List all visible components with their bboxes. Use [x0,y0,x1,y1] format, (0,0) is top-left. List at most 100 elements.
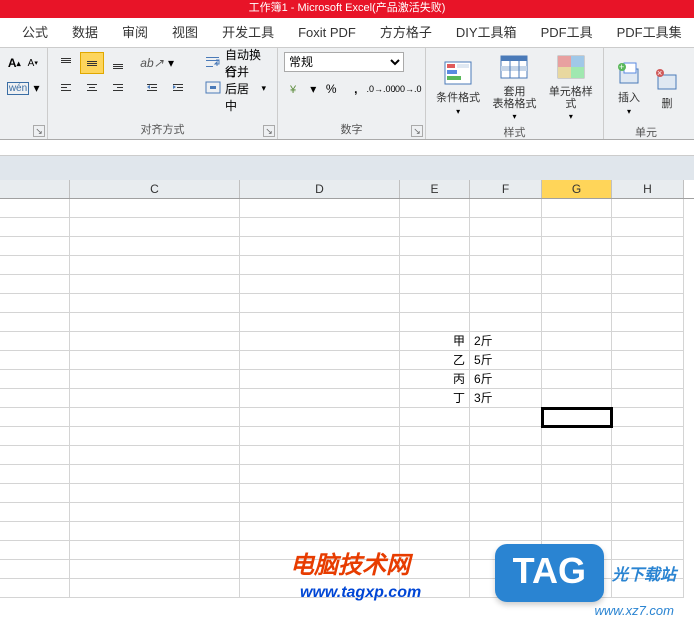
cell-D2[interactable] [240,218,400,237]
cell-C15[interactable] [70,465,240,484]
cell-H1[interactable] [612,199,684,218]
cell-G13[interactable] [542,427,612,446]
align-bottom-button[interactable] [106,52,130,74]
cell-B8[interactable] [0,332,70,351]
cell-G9[interactable] [542,351,612,370]
currency-button[interactable]: ¥ [284,78,307,100]
cell-E1[interactable] [400,199,470,218]
cell-C19[interactable] [70,541,240,560]
cell-D15[interactable] [240,465,400,484]
cell-B6[interactable] [0,294,70,313]
cell-B18[interactable] [0,522,70,541]
cell-G8[interactable] [542,332,612,351]
cell-F14[interactable] [470,446,542,465]
cell-E3[interactable] [400,237,470,256]
dialog-launcher-number[interactable]: ↘ [411,125,423,137]
cell-G11[interactable] [542,389,612,408]
cell-E5[interactable] [400,275,470,294]
cell-B20[interactable] [0,560,70,579]
orientation-dropdown[interactable]: ▾ [166,52,176,74]
cell-D18[interactable] [240,522,400,541]
cell-G7[interactable] [542,313,612,332]
cell-H2[interactable] [612,218,684,237]
cell-C12[interactable] [70,408,240,427]
cell-B5[interactable] [0,275,70,294]
cell-E7[interactable] [400,313,470,332]
tab-ffgz[interactable]: 方方格子 [368,18,444,48]
cell-E9[interactable]: 乙 [400,351,470,370]
tab-pdftoolset[interactable]: PDF工具集 [605,18,694,48]
cell-E16[interactable] [400,484,470,503]
cell-C18[interactable] [70,522,240,541]
cell-G3[interactable] [542,237,612,256]
cell-D11[interactable] [240,389,400,408]
delete-button[interactable]: × 删 [652,52,682,122]
cell-B4[interactable] [0,256,70,275]
col-header-H[interactable]: H [612,180,684,198]
cell-C8[interactable] [70,332,240,351]
cell-F5[interactable] [470,275,542,294]
tab-data[interactable]: 数据 [60,18,110,48]
cell-B15[interactable] [0,465,70,484]
cell-B12[interactable] [0,408,70,427]
cell-D6[interactable] [240,294,400,313]
cell-H8[interactable] [612,332,684,351]
align-left-button[interactable] [54,77,78,99]
cell-F13[interactable] [470,427,542,446]
cell-D16[interactable] [240,484,400,503]
dialog-launcher-font[interactable]: ↘ [33,125,45,137]
cell-H6[interactable] [612,294,684,313]
cell-E19[interactable] [400,541,470,560]
cell-G15[interactable] [542,465,612,484]
align-middle-button[interactable] [80,52,104,74]
cell-F18[interactable] [470,522,542,541]
cell-C9[interactable] [70,351,240,370]
increase-indent-button[interactable] [166,77,190,99]
cell-D12[interactable] [240,408,400,427]
cell-H5[interactable] [612,275,684,294]
cell-D1[interactable] [240,199,400,218]
decrease-font-button[interactable]: A▾ [25,52,42,74]
cell-H11[interactable] [612,389,684,408]
cell-C2[interactable] [70,218,240,237]
cell-H3[interactable] [612,237,684,256]
cell-D5[interactable] [240,275,400,294]
cell-E4[interactable] [400,256,470,275]
cell-E12[interactable] [400,408,470,427]
col-header-E[interactable]: E [400,180,470,198]
cell-G18[interactable] [542,522,612,541]
cell-B7[interactable] [0,313,70,332]
cell-H10[interactable] [612,370,684,389]
tab-formula[interactable]: 公式 [10,18,60,48]
dropdown-icon[interactable]: ▾ [32,77,41,99]
merge-center-button[interactable]: 合并后居中 ▾ [200,77,271,99]
cell-F4[interactable] [470,256,542,275]
cell-E18[interactable] [400,522,470,541]
cell-F8[interactable]: 2斤 [470,332,542,351]
col-header-B[interactable] [0,180,70,198]
table-format-button[interactable]: 套用 表格格式 ▾ [488,52,540,122]
cell-F6[interactable] [470,294,542,313]
cell-G17[interactable] [542,503,612,522]
cell-G5[interactable] [542,275,612,294]
tab-view[interactable]: 视图 [160,18,210,48]
col-header-D[interactable]: D [240,180,400,198]
cell-C13[interactable] [70,427,240,446]
cell-G14[interactable] [542,446,612,465]
cell-G16[interactable] [542,484,612,503]
currency-dropdown[interactable]: ▾ [309,78,318,100]
cell-B14[interactable] [0,446,70,465]
cell-G4[interactable] [542,256,612,275]
cell-D7[interactable] [240,313,400,332]
tab-diy[interactable]: DIY工具箱 [444,18,529,48]
percent-button[interactable]: % [320,78,343,100]
cell-H16[interactable] [612,484,684,503]
number-format-select[interactable]: 常规 [284,52,404,72]
cell-G1[interactable] [542,199,612,218]
cell-C6[interactable] [70,294,240,313]
cell-G12[interactable] [542,408,612,427]
cell-G2[interactable] [542,218,612,237]
conditional-format-button[interactable]: 条件格式 ▾ [432,52,484,122]
cell-E6[interactable] [400,294,470,313]
cell-B17[interactable] [0,503,70,522]
